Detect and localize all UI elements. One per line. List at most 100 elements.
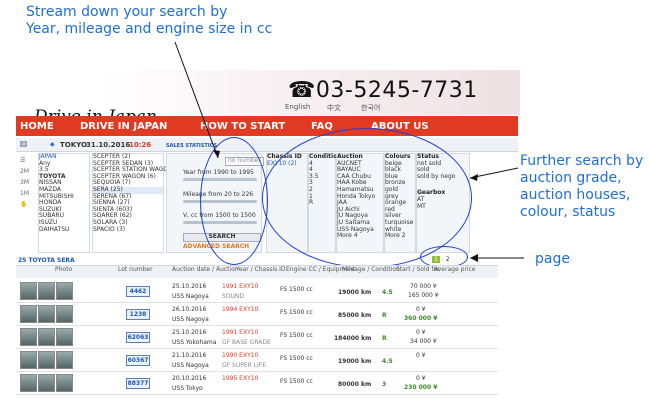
start-price: 0 ¥ bbox=[416, 306, 426, 313]
year-chassis: 1991 EXY10 bbox=[222, 283, 259, 290]
car-photo[interactable] bbox=[20, 305, 37, 323]
annotation-page: page bbox=[535, 251, 570, 267]
start-price: 0 ¥ bbox=[416, 352, 426, 359]
pagination: 1 2 bbox=[432, 256, 450, 263]
results-title: 25 TOYOTA SERA bbox=[18, 257, 75, 264]
condition-grade: 4.5 bbox=[382, 358, 393, 365]
car-photo[interactable] bbox=[56, 305, 73, 323]
equipment: GF BASE GRADE bbox=[222, 339, 271, 346]
car-photo[interactable] bbox=[38, 305, 55, 323]
engine-cc: FS 1500 cc bbox=[280, 332, 313, 339]
sold-price: 34 000 ¥ bbox=[410, 338, 437, 345]
year-chassis: 1991 EXY10 bbox=[222, 329, 259, 336]
engine-cc: FS 1500 cc bbox=[280, 355, 313, 362]
sold-price: 230 000 ¥ bbox=[404, 384, 438, 391]
car-photo[interactable] bbox=[38, 351, 55, 369]
auction-date: 26.10.2016 bbox=[172, 306, 207, 313]
table-row[interactable]: 1238 26.10.2016 USS Nagoya 1994 EXY10 FS… bbox=[16, 303, 498, 326]
sold-price: 165 000 ¥ bbox=[408, 292, 439, 299]
car-photo[interactable] bbox=[20, 351, 37, 369]
start-price: 0 ¥ bbox=[416, 329, 426, 336]
lot-number[interactable]: 62063 bbox=[126, 332, 150, 343]
auction-name: USS Nagoya bbox=[172, 293, 209, 300]
make-list[interactable]: JAPAN Any 3.5 TOYOTA NISSAN MAZDA MITSUB… bbox=[38, 153, 90, 253]
year-chassis: 1990 EXY10 bbox=[222, 352, 259, 359]
auction-name: USS Yokohama bbox=[172, 339, 217, 346]
lot-number[interactable]: 88377 bbox=[126, 378, 150, 389]
col-average[interactable]: Average price bbox=[434, 266, 475, 273]
car-photo[interactable] bbox=[56, 328, 73, 346]
crumb-time: 10:26 bbox=[129, 141, 152, 149]
start-price: 0 ¥ bbox=[416, 375, 426, 382]
start-price: 70 000 ¥ bbox=[410, 283, 437, 290]
annotation-ellipse-range bbox=[200, 137, 268, 265]
lot-number[interactable]: 4462 bbox=[126, 286, 150, 297]
car-photo[interactable] bbox=[38, 328, 55, 346]
lang-chinese[interactable]: 中文 bbox=[327, 103, 341, 113]
annotation-top: Stream down your search by Year, mileage… bbox=[26, 4, 316, 38]
car-photo[interactable] bbox=[20, 328, 37, 346]
phone-icon: ☎ bbox=[288, 78, 316, 103]
car-photo[interactable] bbox=[56, 282, 73, 300]
equipment: SOUND bbox=[222, 293, 245, 300]
condition-grade: R bbox=[382, 335, 387, 342]
condition-grade: 3 bbox=[382, 381, 387, 388]
page-next[interactable]: 2 bbox=[446, 256, 450, 263]
nav-how-to-start[interactable]: HOW TO START bbox=[200, 121, 285, 132]
table-row[interactable]: 62063 25.10.2016 USS Yokohama 1991 EXY10… bbox=[16, 326, 498, 349]
lot-number[interactable]: 1238 bbox=[126, 309, 150, 320]
condition-grade: R bbox=[382, 312, 387, 319]
lot-number[interactable]: 60367 bbox=[126, 355, 150, 366]
engine-cc: FS 1500 cc bbox=[280, 309, 313, 316]
auction-date: 25.10.2016 bbox=[172, 283, 207, 290]
table-row[interactable]: 4462 25.10.2016 USS Nagoya 1991 EXY10 SO… bbox=[16, 280, 498, 303]
lang-english[interactable]: English bbox=[285, 103, 310, 111]
nav-drive-in-japan[interactable]: DRIVE IN JAPAN bbox=[80, 121, 167, 132]
main-nav: HOME DRIVE IN JAPAN HOW TO START FAQ ABO… bbox=[16, 116, 518, 136]
sales-statistics-link[interactable]: SALES STATISTICS bbox=[166, 143, 217, 149]
auction-name: USS Nagoya bbox=[172, 362, 209, 369]
col-lot[interactable]: Lot number bbox=[118, 266, 153, 273]
lang-korean[interactable]: 한국어 bbox=[361, 103, 380, 113]
annotation-right: Further search by auction grade, auction h… bbox=[520, 153, 644, 220]
col-year[interactable]: Year / Chassis ID bbox=[236, 266, 286, 273]
period-options[interactable]: ☰ 2M 3M 1M ✋ bbox=[20, 155, 29, 210]
crumb-date: 31.10.2016 bbox=[86, 141, 131, 149]
equipment: GF SUPER LIFE bbox=[222, 362, 267, 369]
auction-date: 21.10.2016 bbox=[172, 352, 207, 359]
col-auction[interactable]: Auction date / Auction bbox=[172, 266, 239, 273]
condition-grade: 4.5 bbox=[382, 289, 393, 296]
model-list[interactable]: SCEPTER (2) SCEPTER SEDAN (3) SCEPTER ST… bbox=[92, 153, 183, 253]
phone-number: ☎03-5245-7731 bbox=[288, 78, 478, 103]
model-item[interactable]: SPACIO (3) bbox=[93, 226, 163, 234]
engine-cc: FS 1500 cc bbox=[280, 378, 313, 385]
nav-home[interactable]: HOME bbox=[20, 121, 54, 132]
mileage: 184000 km bbox=[334, 335, 372, 342]
table-row[interactable]: 88377 20.10.2016 USS Tokyo 1995 EXY10 FS… bbox=[16, 372, 498, 395]
table-row[interactable]: 60367 21.10.2016 USS Nagoya 1990 EXY10 G… bbox=[16, 349, 498, 372]
page-current[interactable]: 1 bbox=[432, 256, 440, 263]
annotation-top-line2: Year, mileage and engine size in cc bbox=[26, 21, 273, 37]
car-photo[interactable] bbox=[56, 351, 73, 369]
nav-faq[interactable]: FAQ bbox=[311, 121, 333, 132]
car-photo[interactable] bbox=[38, 282, 55, 300]
mileage: 19000 km bbox=[338, 289, 372, 296]
car-photo[interactable] bbox=[56, 374, 73, 392]
car-photo[interactable] bbox=[20, 282, 37, 300]
auction-date: 25.10.2016 bbox=[172, 329, 207, 336]
mileage: 85000 km bbox=[338, 312, 372, 319]
annotation-top-line1: Stream down your search by bbox=[26, 4, 228, 20]
location-icon: ◆ bbox=[50, 141, 55, 148]
year-chassis: 1994 EXY10 bbox=[222, 306, 259, 313]
col-photo[interactable]: Photo bbox=[55, 266, 72, 273]
sold-price: 360 000 ¥ bbox=[404, 315, 438, 322]
auction-date: 20.10.2016 bbox=[172, 375, 207, 382]
car-photo[interactable] bbox=[20, 374, 37, 392]
year-chassis: 1995 EXY10 bbox=[222, 375, 259, 382]
car-photo[interactable] bbox=[38, 374, 55, 392]
engine-cc: FS 1500 cc bbox=[280, 286, 313, 293]
col-mileage[interactable]: Mileage / Condition bbox=[342, 266, 400, 273]
make-item[interactable]: DAIHATSU bbox=[39, 226, 89, 234]
home-icon[interactable]: ⌂ bbox=[20, 141, 28, 147]
mileage: 80000 km bbox=[338, 381, 372, 388]
